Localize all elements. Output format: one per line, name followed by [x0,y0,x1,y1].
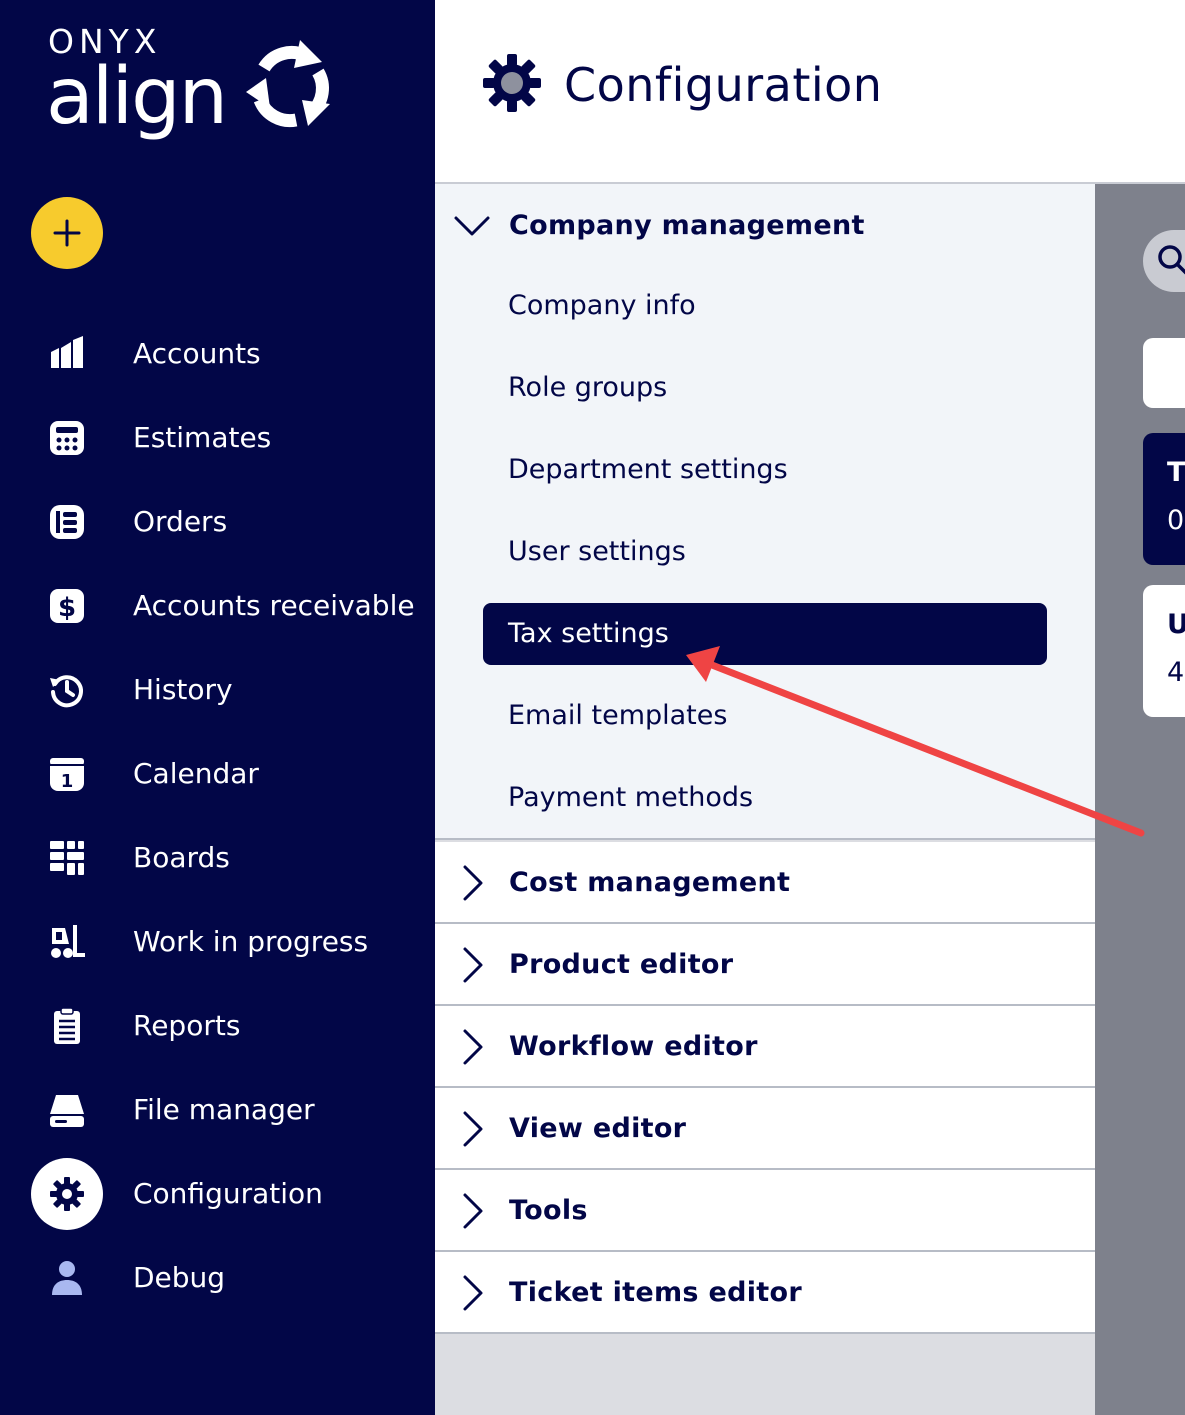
menu-item-label: User settings [508,536,686,567]
calculator-icon [44,418,90,458]
sidebar-item-label: File manager [133,1093,315,1126]
card-value: 0 [1167,505,1185,536]
sidebar-item-label: Boards [133,841,230,874]
orders-icon [44,502,90,542]
menu-item-user-settings[interactable]: User settings [483,521,1047,583]
forklift-icon [44,922,90,962]
sidebar-item-label: Work in progress [133,925,369,958]
menu-item-company-info[interactable]: Company info [483,275,1047,337]
menu-item-department-settings[interactable]: Department settings [483,439,1047,501]
section-product-editor[interactable]: Product editor [435,924,1095,1006]
summary-card[interactable]: T 0 [1143,433,1185,565]
sidebar: ONYX align Accounts Estimates Orders $ A… [0,0,435,1415]
clipboard-icon [44,1006,90,1046]
section-label: Cost management [509,867,791,898]
menu-item-label: Department settings [508,454,788,485]
plus-icon [53,219,81,247]
section-cost-management[interactable]: Cost management [435,842,1095,924]
sidebar-item-label: Debug [133,1261,226,1294]
sidebar-item-label: Estimates [133,421,272,454]
section-label: Product editor [509,949,734,980]
calendar-icon: 1 [44,754,90,794]
svg-text:$: $ [58,593,76,623]
content-area: T 0 U 4 [1095,184,1185,1415]
logo-bottom-text: align [46,52,228,142]
sidebar-item-accounts[interactable]: Accounts [0,312,435,396]
sidebar-item-orders[interactable]: Orders [0,480,435,564]
menu-item-label: Tax settings [508,618,669,649]
factory-icon [44,334,90,374]
sidebar-item-calendar[interactable]: 1 Calendar [0,732,435,816]
sidebar-item-label: Calendar [133,757,259,790]
boards-icon [44,838,90,878]
sidebar-item-history[interactable]: History [0,648,435,732]
menu-item-role-groups[interactable]: Role groups [483,357,1047,419]
add-button[interactable] [31,197,103,269]
gear-icon [483,54,541,112]
search-field[interactable] [1143,338,1185,408]
menu-item-email-templates[interactable]: Email templates [483,685,1047,747]
dollar-icon: $ [44,586,90,626]
svg-text:1: 1 [61,771,74,792]
menu-item-label: Role groups [508,372,668,403]
sidebar-item-work-in-progress[interactable]: Work in progress [0,900,435,984]
sidebar-item-estimates[interactable]: Estimates [0,396,435,480]
menu-item-tax-settings[interactable]: Tax settings [483,603,1047,665]
sidebar-item-label: Reports [133,1009,241,1042]
summary-card[interactable]: U 4 [1143,585,1185,717]
sidebar-item-label: Accounts receivable [133,589,415,622]
sidebar-item-file-manager[interactable]: File manager [0,1068,435,1152]
chevron-down-icon [454,216,490,236]
chevron-right-icon [463,1275,483,1311]
sidebar-item-label: Accounts [133,337,261,370]
menu-item-label: Company info [508,290,696,321]
page-header: Configuration [435,0,1185,184]
section-label: Workflow editor [509,1031,758,1062]
section-label: Ticket items editor [509,1277,802,1308]
search-icon [1158,245,1185,275]
chevron-right-icon [463,1193,483,1229]
drive-icon [44,1090,90,1130]
onyx-align-logo[interactable]: ONYX align [46,22,348,152]
menu-item-label: Email templates [508,700,728,731]
page-title: Configuration [564,58,883,112]
card-title: T [1167,457,1185,488]
gear-icon [31,1158,103,1230]
user-icon [44,1258,90,1298]
chevron-right-icon [463,865,483,901]
card-value: 4 [1167,657,1185,688]
sidebar-item-label: Configuration [133,1177,323,1210]
chevron-right-icon [463,947,483,983]
section-label: View editor [509,1113,687,1144]
card-title: U [1167,609,1185,640]
sidebar-item-reports[interactable]: Reports [0,984,435,1068]
align-cycle-icon [246,40,330,128]
menu-item-payment-methods[interactable]: Payment methods [483,767,1047,829]
sidebar-item-label: History [133,673,233,706]
section-company-management: Company management Company info Role gro… [435,184,1095,840]
section-ticket-items-editor[interactable]: Ticket items editor [435,1252,1095,1334]
section-label: Company management [509,210,865,241]
section-label: Tools [509,1195,588,1226]
menu-item-label: Payment methods [508,782,754,813]
sidebar-item-debug[interactable]: Debug [0,1236,435,1320]
section-tools[interactable]: Tools [435,1170,1095,1252]
search-button[interactable] [1143,230,1185,292]
sidebar-item-boards[interactable]: Boards [0,816,435,900]
history-icon [44,670,90,710]
sidebar-nav: Accounts Estimates Orders $ Accounts rec… [0,312,435,1320]
section-view-editor[interactable]: View editor [435,1088,1095,1170]
configuration-panel: Company management Company info Role gro… [435,184,1095,1415]
chevron-right-icon [463,1111,483,1147]
chevron-right-icon [463,1029,483,1065]
sidebar-item-label: Orders [133,505,228,538]
section-header-company-management[interactable]: Company management [435,184,1095,266]
section-workflow-editor[interactable]: Workflow editor [435,1006,1095,1088]
sidebar-item-configuration[interactable]: Configuration [0,1152,435,1236]
sidebar-item-accounts-receivable[interactable]: $ Accounts receivable [0,564,435,648]
